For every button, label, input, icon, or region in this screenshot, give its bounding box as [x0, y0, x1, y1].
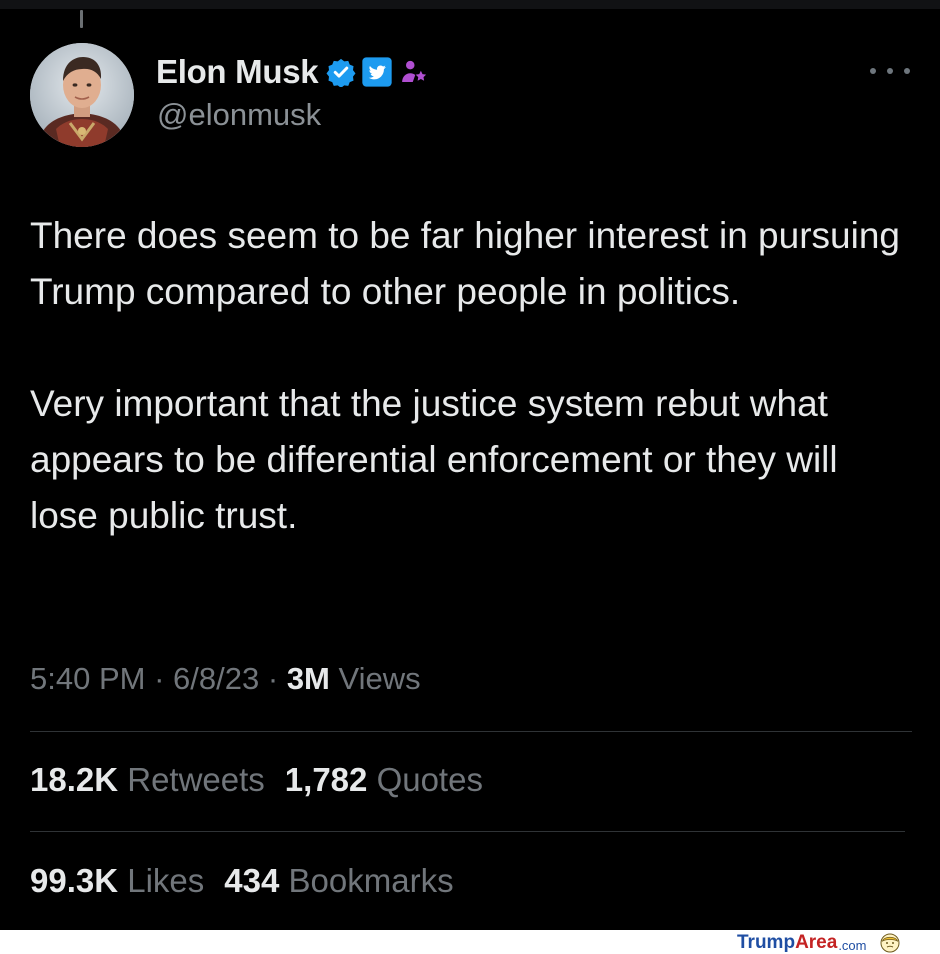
likes-label: Likes	[127, 862, 205, 899]
tweet-date[interactable]: 6/8/23	[173, 661, 259, 696]
tweet-meta: 5:40 PM · 6/8/23 · 3M Views	[30, 661, 421, 697]
quotes-stat[interactable]: 1,782 Quotes	[285, 761, 483, 798]
top-divider-mark	[80, 10, 83, 28]
retweets-stat[interactable]: 18.2K Retweets	[30, 761, 265, 798]
stats-row-engagement: 99.3K Likes 434 Bookmarks	[30, 862, 454, 900]
more-options-icon	[887, 68, 893, 74]
bookmarks-label: Bookmarks	[288, 862, 454, 899]
watermark-com: .com	[838, 937, 867, 953]
likes-count: 99.3K	[30, 862, 119, 899]
tweet-paragraph: There does seem to be far higher interes…	[30, 215, 900, 312]
bookmarks-stat[interactable]: 434 Bookmarks	[224, 862, 453, 899]
person-star-icon	[399, 57, 429, 87]
more-options-icon	[904, 68, 910, 74]
retweets-count: 18.2K	[30, 761, 119, 798]
avatar-image	[30, 43, 134, 147]
avatar[interactable]	[30, 43, 134, 147]
divider	[30, 731, 912, 732]
author-handle[interactable]: @elonmusk	[157, 97, 321, 133]
views-label: Views	[338, 661, 421, 696]
divider	[30, 831, 905, 832]
verified-check-icon	[326, 57, 356, 87]
retweets-label: Retweets	[127, 761, 265, 798]
meta-separator: ·	[267, 661, 279, 696]
tweet-text: There does seem to be far higher interes…	[30, 208, 915, 544]
stats-row-reposts: 18.2K Retweets 1,782 Quotes	[30, 761, 483, 799]
meta-separator: ·	[154, 661, 165, 696]
author-display-name[interactable]: Elon Musk	[156, 53, 319, 91]
author-name-row: Elon Musk	[156, 52, 429, 92]
views-count: 3M	[286, 661, 330, 696]
watermark-area: Area	[795, 932, 838, 953]
quotes-count: 1,782	[284, 761, 368, 798]
watermark-trump: Trump	[737, 932, 796, 953]
likes-stat[interactable]: 99.3K Likes	[30, 862, 204, 899]
more-options-button[interactable]	[870, 62, 910, 80]
quotes-label: Quotes	[376, 761, 483, 798]
tweet-paragraph: Very important that the justice system r…	[30, 383, 838, 536]
trump-face-logo-icon	[880, 933, 900, 953]
tweet-card: Elon Musk @elonmusk There does seem to b…	[0, 0, 940, 930]
top-strip	[0, 0, 940, 9]
more-options-icon	[870, 68, 876, 74]
watermark: Trump Area .com	[737, 932, 900, 954]
twitter-logo-badge-icon[interactable]	[361, 56, 393, 88]
bookmarks-count: 434	[224, 862, 280, 899]
tweet-time[interactable]: 5:40 PM	[30, 661, 145, 696]
